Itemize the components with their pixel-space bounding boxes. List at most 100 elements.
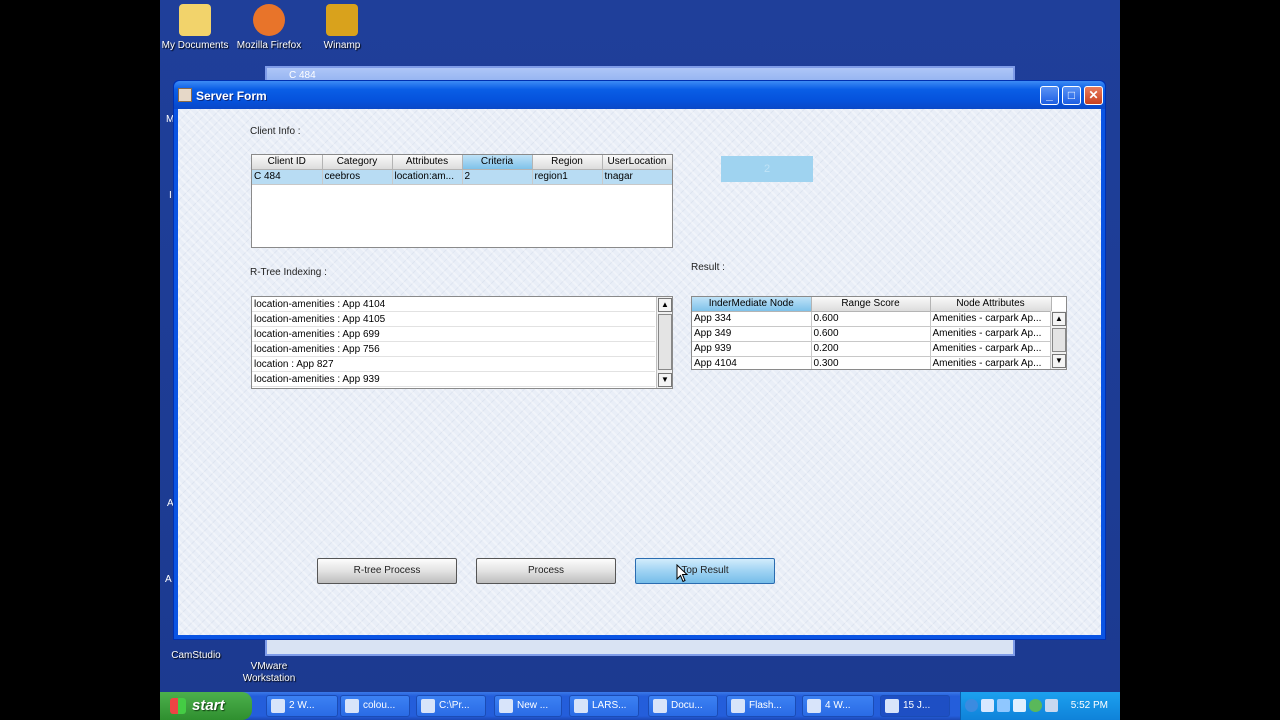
column-header[interactable]: Client ID [252,155,323,170]
taskbar-button-active[interactable]: 15 J... [880,695,950,717]
list-item[interactable]: location-amenities : App 756 [252,342,655,357]
taskbar-button[interactable]: LARS... [569,695,639,717]
form-client-area: Client Info : Client ID Category Attribu… [178,109,1101,635]
table-cell[interactable]: ceebros [322,169,393,185]
console-icon [807,699,821,713]
table-cell[interactable]: Amenities - carpark Ap... [930,341,1052,357]
camstudio-icon[interactable]: CamStudio [160,650,236,662]
minimize-button[interactable]: _ [1040,86,1059,105]
scroll-thumb[interactable] [1052,328,1066,352]
vmware-icon[interactable]: VMware Workstation [229,650,309,696]
column-header[interactable]: UserLocation [602,155,672,170]
close-icon: ✕ [1088,88,1099,102]
process-button[interactable]: Process [476,558,616,584]
clock[interactable]: 5:52 PM [1071,700,1108,711]
table-cell[interactable]: 0.300 [811,356,931,369]
table-cell[interactable]: 0.200 [811,341,931,357]
winamp-logo-icon [326,4,358,36]
scroll-down-icon[interactable]: ▼ [1052,354,1066,368]
column-header[interactable]: Node Attributes [930,297,1052,312]
table-cell[interactable]: C 484 [252,169,323,185]
column-header-selected[interactable]: InderMediate Node [692,297,812,312]
tray-icon[interactable] [981,699,994,712]
table-cell[interactable]: tnagar [602,169,672,185]
column-header[interactable]: Category [322,155,393,170]
list-item[interactable]: location-amenities : App 4105 [252,312,655,327]
table-cell[interactable]: location:am... [392,169,463,185]
table-cell[interactable]: region1 [532,169,603,185]
table-cell[interactable]: 2 [462,169,533,185]
java-icon [885,699,899,713]
table-cell[interactable]: 0.600 [811,326,931,342]
column-header[interactable]: Range Score [811,297,931,312]
maximize-icon: □ [1067,88,1076,102]
client-info-table[interactable]: Client ID Category Attributes Criteria R… [251,154,673,248]
table-row[interactable]: App 4104 0.300 Amenities - carpark Ap... [692,356,1052,369]
my-documents-label: My Documents [161,40,229,51]
table-cell[interactable]: App 334 [692,311,812,327]
my-documents-icon[interactable]: My Documents [160,4,235,52]
taskbar-button[interactable]: 2 W... [266,695,338,717]
taskbar-button[interactable]: 4 W... [802,695,874,717]
table-cell[interactable]: App 349 [692,326,812,342]
window-titlebar[interactable]: Server Form _ □ ✕ [174,81,1105,109]
top-result-button[interactable]: Top Result [635,558,775,584]
application-icon [421,699,435,713]
minimize-icon: _ [1046,88,1053,102]
taskbar-button[interactable]: colou... [340,695,410,717]
result-table[interactable]: InderMediate Node Range Score Node Attri… [691,296,1067,370]
list-item[interactable]: location-amenities : App 4104 [252,297,655,312]
table-row[interactable]: App 939 0.200 Amenities - carpark Ap... [692,341,1052,357]
column-header[interactable]: Attributes [392,155,463,170]
table-cell[interactable]: App 4104 [692,356,812,369]
winamp-label: Winamp [323,40,361,51]
rtree-scrollbar[interactable]: ▲ ▼ [656,297,672,388]
rtree-process-button[interactable]: R-tree Process [317,558,457,584]
list-item[interactable]: location-amenities : App 699 [252,327,655,342]
table-row[interactable]: App 334 0.600 Amenities - carpark Ap... [692,311,1052,327]
folder-icon [179,4,211,36]
column-header-selected[interactable]: Criteria [462,155,533,170]
table-row[interactable]: App 349 0.600 Amenities - carpark Ap... [692,326,1052,342]
scroll-down-icon[interactable]: ▼ [658,373,672,387]
taskbar-button[interactable]: C:\Pr... [416,695,486,717]
tray-arrow-icon[interactable] [965,699,978,712]
client-info-label: Client Info : [250,126,301,137]
winamp-icon[interactable]: Winamp [302,4,382,52]
scroll-thumb[interactable] [658,314,672,370]
result-table-body: InderMediate Node Range Score Node Attri… [692,297,1052,369]
tray-icon[interactable] [997,699,1010,712]
table-cell[interactable]: App 939 [692,341,812,357]
column-header[interactable]: Region [532,155,603,170]
scroll-up-icon[interactable]: ▲ [1052,312,1066,326]
table-cell[interactable]: Amenities - carpark Ap... [930,326,1052,342]
table-cell[interactable]: Amenities - carpark Ap... [930,311,1052,327]
maximize-button[interactable]: □ [1062,86,1081,105]
rtree-list[interactable]: location-amenities : App 4104 location-a… [251,296,673,389]
mouse-cursor-icon [676,564,688,583]
taskbar-button[interactable]: Docu... [648,695,718,717]
firefox-icon [345,699,359,713]
close-button[interactable]: ✕ [1084,86,1103,105]
taskbar-button-label: Docu... [671,700,703,711]
camstudio-label: CamStudio [171,650,221,661]
info-icon[interactable] [1029,699,1042,712]
table-row[interactable]: C 484 ceebros location:am... 2 region1 t… [252,169,672,185]
shield-icon[interactable] [1045,699,1058,712]
taskbar-button[interactable]: New ... [494,695,562,717]
taskbar-button-label: colou... [363,700,396,711]
start-button[interactable]: start [160,692,252,720]
result-scrollbar[interactable]: ▲ ▼ [1050,311,1066,369]
table-cell[interactable]: Amenities - carpark Ap... [930,356,1052,369]
table-header-row: InderMediate Node Range Score Node Attri… [692,297,1052,312]
list-item[interactable]: location : App 827 [252,357,655,372]
server-form-window[interactable]: Server Form _ □ ✕ Client Info : Client I… [173,80,1106,640]
firefox-icon[interactable]: Mozilla Firefox [229,4,309,52]
flash-icon [731,699,745,713]
taskbar-button[interactable]: Flash... [726,695,796,717]
list-item[interactable]: location-amenities : App 939 [252,372,655,387]
network-icon[interactable] [1013,699,1026,712]
table-cell[interactable]: 0.600 [811,311,931,327]
status-box: 2 [721,156,813,182]
scroll-up-icon[interactable]: ▲ [658,298,672,312]
